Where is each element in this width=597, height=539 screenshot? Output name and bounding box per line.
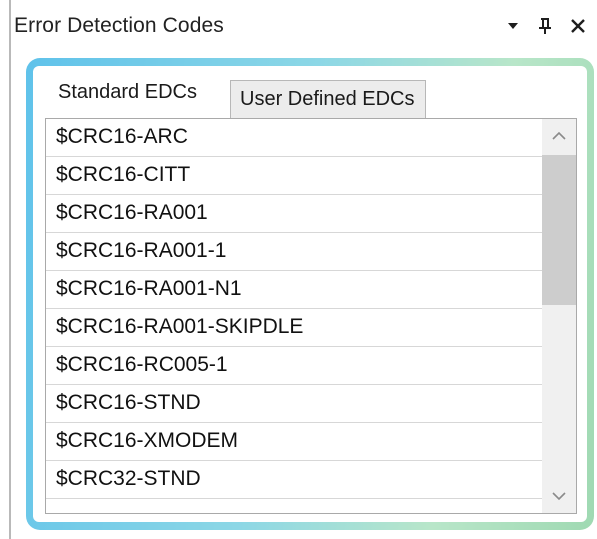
panel-title: Error Detection Codes xyxy=(14,14,224,37)
list-item[interactable]: $CRC16-XMODEM xyxy=(46,423,542,461)
list-item[interactable]: $CRC16-RC005-1 xyxy=(46,347,542,385)
edc-list: $CRC16-ARC $CRC16-CITT $CRC16-RA001 $CRC16-… xyxy=(45,118,577,514)
dropdown-arrow-icon xyxy=(508,23,518,29)
pin-icon xyxy=(539,18,551,34)
tab-standard-edcs[interactable]: Standard EDCs xyxy=(44,71,209,117)
close-button[interactable] xyxy=(565,12,591,40)
edc-list-items: $CRC16-ARC $CRC16-CITT $CRC16-RA001 $CRC16-… xyxy=(46,119,542,513)
title-bar: Error Detection Codes xyxy=(12,8,592,44)
list-item[interactable]: $CRC16-RA001-1 xyxy=(46,233,542,271)
pin-button[interactable] xyxy=(532,12,558,40)
vertical-scrollbar[interactable] xyxy=(542,119,576,513)
list-item[interactable]: $CRC16-RA001-N1 xyxy=(46,271,542,309)
list-item[interactable]: $CRC16-RA001 xyxy=(46,195,542,233)
chevron-up-icon xyxy=(552,131,566,140)
list-item[interactable]: $CRC16-STND xyxy=(46,385,542,423)
list-item[interactable]: $CRC16-RA001-SKIPDLE xyxy=(46,309,542,347)
tab-container: Standard EDCs User Defined EDCs $CRC16-A… xyxy=(33,66,587,522)
chevron-down-icon xyxy=(552,492,566,501)
scroll-down-button[interactable] xyxy=(542,479,576,513)
tab-user-defined-edcs[interactable]: User Defined EDCs xyxy=(230,80,426,118)
close-icon xyxy=(571,19,585,33)
edc-tool-window: Error Detection Codes Standard EDCs User… xyxy=(0,0,597,539)
list-item[interactable]: $CRC16-CITT xyxy=(46,157,542,195)
panel-menu-button[interactable] xyxy=(500,12,526,40)
list-item[interactable]: $CRC32-STND xyxy=(46,461,542,499)
list-item[interactable]: $CRC16-ARC xyxy=(46,119,542,157)
edc-panel: Standard EDCs User Defined EDCs $CRC16-A… xyxy=(26,58,594,530)
scroll-up-button[interactable] xyxy=(542,119,576,153)
window-border xyxy=(9,0,11,539)
scroll-thumb[interactable] xyxy=(542,155,576,305)
